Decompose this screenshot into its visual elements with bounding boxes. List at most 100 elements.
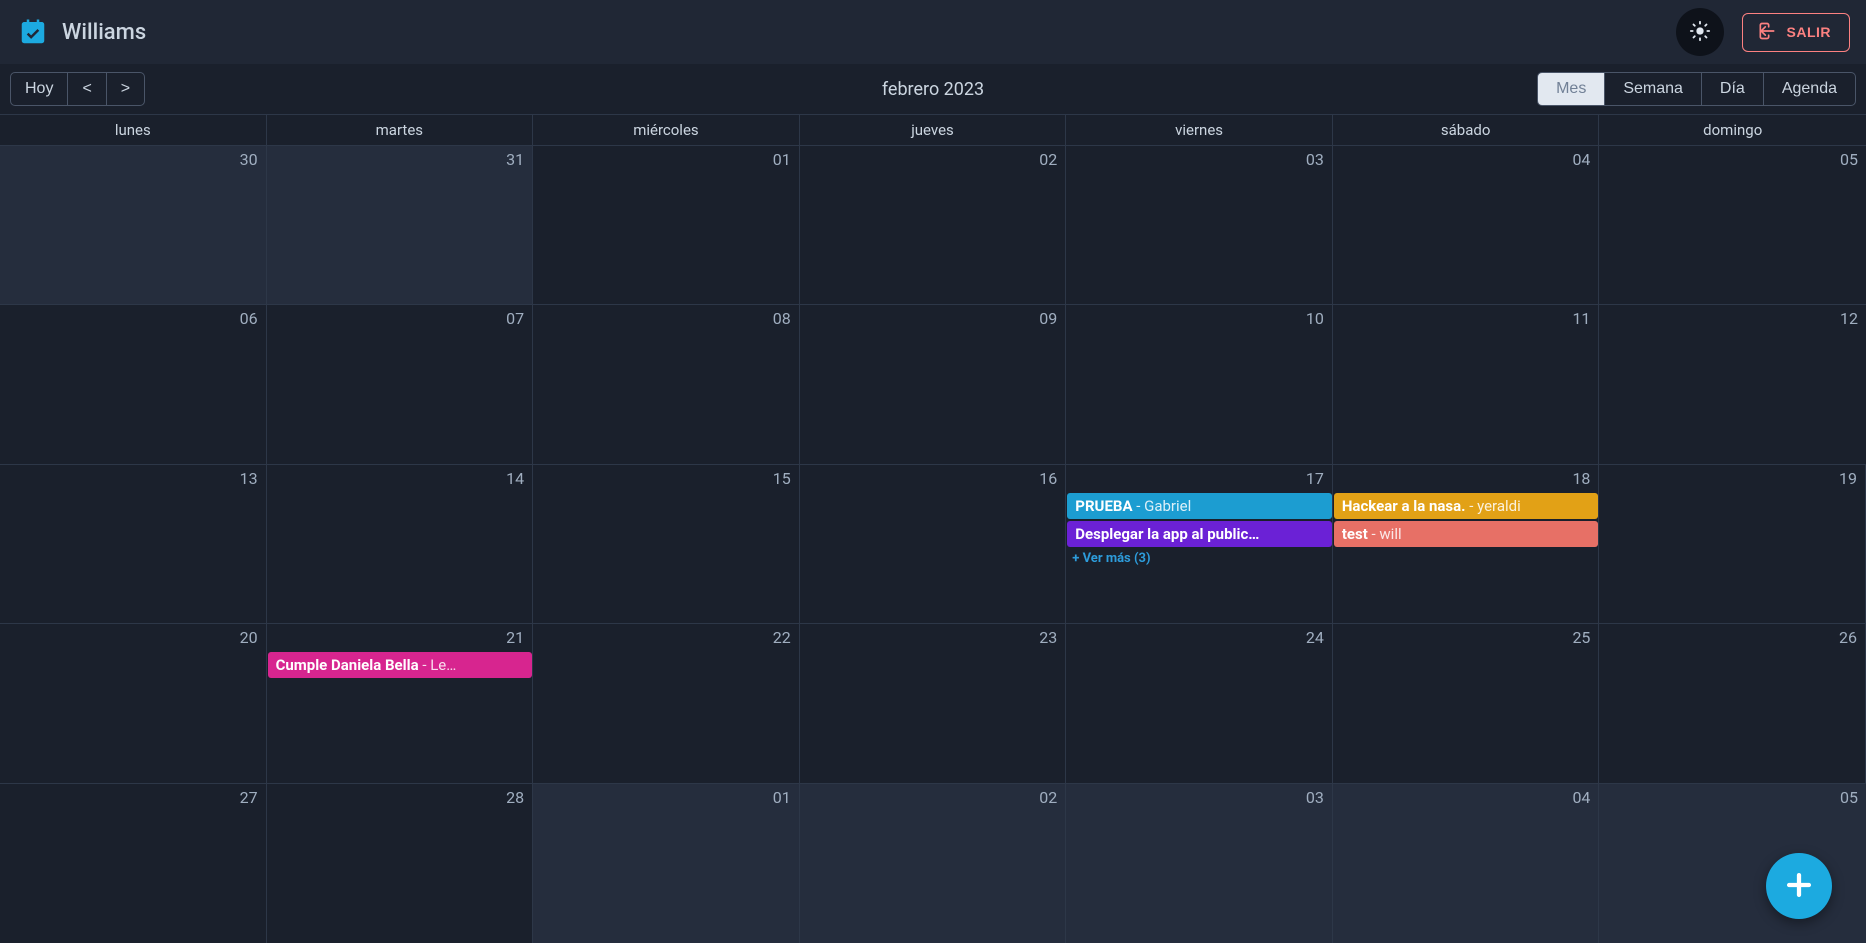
day-number: 30 <box>240 150 258 169</box>
day-number: 28 <box>506 788 524 807</box>
day-cell[interactable]: 31 <box>267 146 534 304</box>
day-number: 21 <box>506 628 524 647</box>
day-cell[interactable]: 15 <box>533 465 800 623</box>
view-switcher: Mes Semana Día Agenda <box>1537 72 1856 106</box>
day-number: 02 <box>1039 150 1057 169</box>
day-cell[interactable]: 19 <box>1599 465 1866 623</box>
view-agenda-button[interactable]: Agenda <box>1764 72 1856 106</box>
calendar-weeks: 30 31 01 02 03 04 05 0607 08 0910 11 12 13 14 15 16 17 18… <box>0 146 1866 943</box>
event-title: Desplegar la app al public… <box>1075 525 1259 543</box>
theme-toggle-button[interactable] <box>1676 8 1724 56</box>
day-number: 22 <box>773 628 791 647</box>
today-button[interactable]: Hoy <box>10 72 68 106</box>
day-number: 18 <box>1572 469 1590 488</box>
brand: Williams <box>18 17 146 47</box>
day-cell[interactable]: 04 <box>1333 146 1600 304</box>
day-cell[interactable]: 01 <box>533 784 800 943</box>
day-cell[interactable]: 11 <box>1333 305 1600 463</box>
show-more-link[interactable]: + Ver más (3) <box>1066 549 1333 569</box>
event-author: - will <box>1368 525 1402 543</box>
calendar-week: 13141516171819PRUEBA - GabrielHackear a … <box>0 465 1866 624</box>
day-number: 24 <box>1306 628 1324 647</box>
topbar: Williams <box>0 0 1866 64</box>
prev-button[interactable]: < <box>68 72 106 106</box>
nav-group: Hoy < > <box>10 72 145 106</box>
day-cell[interactable]: 03 <box>1066 784 1333 943</box>
next-button[interactable]: > <box>107 72 145 106</box>
day-cell[interactable]: 08 <box>533 305 800 463</box>
day-cell[interactable]: 05 <box>1599 146 1866 304</box>
day-number: 03 <box>1306 150 1324 169</box>
day-number: 31 <box>506 150 524 169</box>
event-author: - Gabriel <box>1133 497 1192 515</box>
day-cell[interactable]: 03 <box>1066 146 1333 304</box>
day-cell[interactable]: 26 <box>1599 624 1866 782</box>
day-cell[interactable]: 04 <box>1333 784 1600 943</box>
day-number: 13 <box>240 469 258 488</box>
day-cell[interactable]: 13 <box>0 465 267 623</box>
day-number: 20 <box>240 628 258 647</box>
day-cell[interactable]: 23 <box>800 624 1067 782</box>
logout-label: SALIR <box>1787 24 1832 40</box>
day-cell[interactable]: 07 <box>267 305 534 463</box>
day-header: lunes <box>0 115 267 145</box>
event-title: Cumple Daniela Bella <box>276 656 419 674</box>
day-cell[interactable]: 01 <box>533 146 800 304</box>
calendar-week: 30 31 01 02 03 04 05 <box>0 146 1866 305</box>
day-number: 25 <box>1572 628 1590 647</box>
event-chip[interactable]: Cumple Daniela Bella - Le… <box>268 652 533 678</box>
day-number: 01 <box>773 788 791 807</box>
day-cell[interactable]: 02 <box>800 784 1067 943</box>
day-cell[interactable]: 05 <box>1599 784 1866 943</box>
day-cell[interactable]: 02 <box>800 146 1067 304</box>
day-number: 17 <box>1306 469 1324 488</box>
day-number: 03 <box>1306 788 1324 807</box>
view-month-button[interactable]: Mes <box>1537 72 1605 106</box>
calendar-week: 0607 08 0910 11 12 <box>0 305 1866 464</box>
day-number: 08 <box>773 309 791 328</box>
brand-name: Williams <box>62 20 146 45</box>
event-chip[interactable]: PRUEBA - Gabriel <box>1067 493 1332 519</box>
day-number: 27 <box>240 788 258 807</box>
event-author: - yeraldi <box>1466 497 1521 515</box>
view-week-button[interactable]: Semana <box>1605 72 1702 106</box>
add-event-fab[interactable] <box>1766 853 1832 919</box>
day-cell[interactable]: 09 <box>800 305 1067 463</box>
day-cell[interactable]: 27 <box>0 784 267 943</box>
day-number: 16 <box>1039 469 1057 488</box>
day-number: 15 <box>773 469 791 488</box>
day-header: domingo <box>1599 115 1866 145</box>
day-cell[interactable]: 06 <box>0 305 267 463</box>
day-header: martes <box>267 115 534 145</box>
view-day-button[interactable]: Día <box>1702 72 1764 106</box>
day-cell[interactable]: 10 <box>1066 305 1333 463</box>
calendar-week: 27 28 01 02 03 04 05 <box>0 784 1866 943</box>
day-number: 02 <box>1039 788 1057 807</box>
event-chip[interactable]: Hackear a la nasa. - yeraldi <box>1334 493 1599 519</box>
event-title: PRUEBA <box>1075 497 1132 515</box>
day-header: sábado <box>1333 115 1600 145</box>
day-header: jueves <box>800 115 1067 145</box>
day-cell[interactable]: 21 <box>267 624 534 782</box>
day-cell[interactable]: 24 <box>1066 624 1333 782</box>
day-cell[interactable]: 28 <box>267 784 534 943</box>
day-number: 23 <box>1039 628 1057 647</box>
sun-icon <box>1689 20 1711 45</box>
event-chip[interactable]: Desplegar la app al public… <box>1067 521 1332 547</box>
day-cell[interactable]: 16 <box>800 465 1067 623</box>
logout-button[interactable]: SALIR <box>1742 13 1851 52</box>
event-chip[interactable]: test - will <box>1334 521 1599 547</box>
day-number: 05 <box>1840 150 1858 169</box>
day-cell[interactable]: 14 <box>267 465 534 623</box>
day-cell[interactable]: 12 <box>1599 305 1866 463</box>
day-header: miércoles <box>533 115 800 145</box>
day-number: 11 <box>1572 309 1590 328</box>
topbar-right: SALIR <box>1676 8 1851 56</box>
day-cell[interactable]: 30 <box>0 146 267 304</box>
day-cell[interactable]: 22 <box>533 624 800 782</box>
day-number: 05 <box>1840 788 1858 807</box>
event-author: - Le… <box>419 656 457 674</box>
calendar-week: 20 21 22 23 24 25 26 Cumple Daniela Bella - Le… <box>0 624 1866 783</box>
day-cell[interactable]: 25 <box>1333 624 1600 782</box>
day-cell[interactable]: 20 <box>0 624 267 782</box>
